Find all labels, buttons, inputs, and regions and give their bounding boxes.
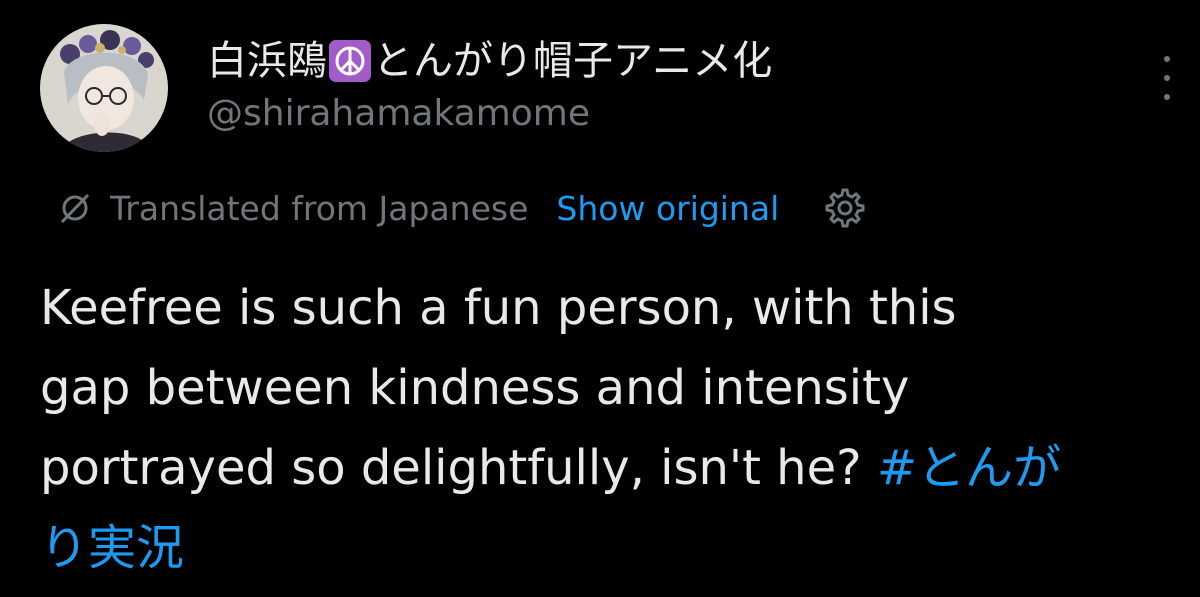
display-name[interactable]: 白浜鴎 とんがり帽子アニメ化 [207, 32, 772, 90]
translated-label: Translated from Japanese [110, 188, 529, 228]
translation-bar: Translated from Japanese Show original [58, 184, 867, 232]
tweet-line: gap between kindness and intensity [40, 360, 910, 416]
more-vertical-icon[interactable] [1152, 56, 1182, 100]
translate-icon [60, 193, 90, 224]
author-info: 白浜鴎 とんがり帽子アニメ化 @shirahamakamome [207, 32, 772, 138]
tweet-line: portrayed so delightfully, isn't he? #とん… [40, 428, 1180, 508]
gear-icon[interactable] [823, 186, 867, 230]
tweet-line-text: portrayed so delightfully, isn't he? [40, 440, 877, 496]
avatar[interactable] [40, 24, 168, 152]
avatar-illustration [40, 24, 168, 152]
hashtag-link-start[interactable]: #とんが [877, 440, 1061, 496]
peace-symbol-emoji [329, 40, 371, 82]
hashtag-link-end[interactable]: り実況 [40, 520, 184, 576]
tweet-text: Keefree is such a fun person, with this … [40, 268, 1180, 588]
user-handle[interactable]: @shirahamakamome [207, 90, 772, 138]
display-name-prefix: 白浜鴎 [207, 38, 327, 84]
tweet-line: Keefree is such a fun person, with this [40, 280, 957, 336]
display-name-suffix: とんがり帽子アニメ化 [373, 38, 773, 84]
tweet-line: り実況 [40, 508, 1180, 588]
show-original-link[interactable]: Show original [556, 189, 779, 228]
